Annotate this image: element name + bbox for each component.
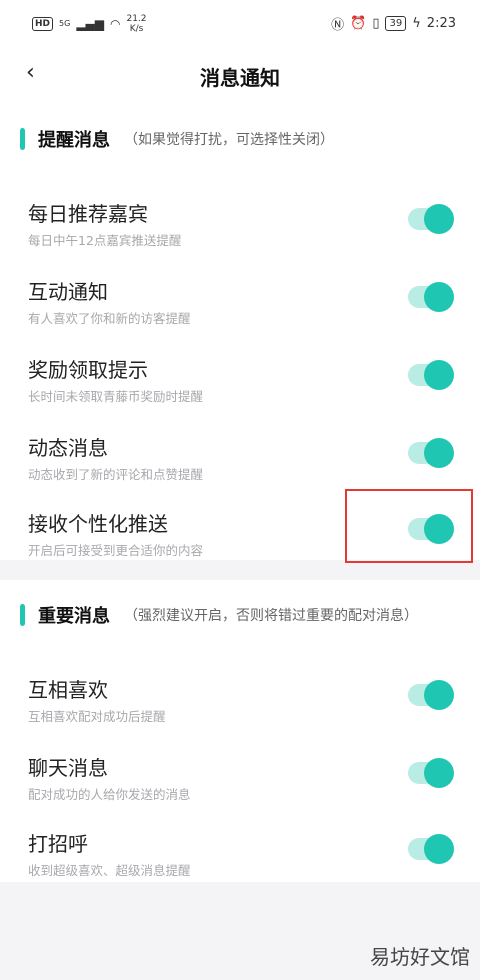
- clock-time: 2:23: [426, 16, 456, 31]
- toggle-switch[interactable]: [408, 758, 454, 788]
- vibrate-icon: ▯: [372, 16, 380, 31]
- item-subtitle: 开启后可接受到更合适你的内容: [28, 543, 204, 558]
- section-accent-bar: [20, 128, 25, 150]
- item-title: 接收个性化推送: [28, 512, 168, 536]
- list-item-interaction: 互动通知 有人喜欢了你和新的访客提醒: [0, 268, 480, 344]
- item-subtitle: 收到超级喜欢、超级消息提醒: [28, 863, 191, 878]
- toggle-switch[interactable]: [408, 282, 454, 312]
- network-speed: 21.2 K/s: [126, 14, 146, 34]
- status-right: Ⓝ ⏰ ▯ 39 ϟ 2:23: [331, 14, 456, 33]
- section-header: 提醒消息 （如果觉得打扰，可选择性关闭）: [0, 104, 480, 170]
- list-item-greeting: 打招呼 收到超级喜欢、超级消息提醒: [0, 820, 480, 896]
- item-title: 每日推荐嘉宾: [28, 202, 148, 226]
- item-title: 动态消息: [28, 436, 108, 460]
- section-note: （如果觉得打扰，可选择性关闭）: [124, 132, 334, 148]
- section-note: （强烈建议开启，否则将错过重要的配对消息）: [124, 608, 418, 624]
- app-header: ‹ 消息通知: [0, 48, 480, 104]
- item-title: 打招呼: [28, 832, 88, 856]
- status-left: HD 5G ▂▄▆ ◠ 21.2 K/s: [32, 14, 147, 34]
- network-speed-unit: K/s: [129, 24, 144, 34]
- toggle-knob: [424, 204, 454, 234]
- item-title: 奖励领取提示: [28, 358, 148, 382]
- section-title: 重要消息: [38, 606, 110, 627]
- item-title: 互动通知: [28, 280, 108, 304]
- wifi-icon: ◠: [110, 17, 121, 31]
- list-item-daily-recommend: 每日推荐嘉宾 每日中午12点嘉宾推送提醒: [0, 190, 480, 266]
- toggle-switch[interactable]: [408, 204, 454, 234]
- list-item-reward: 奖励领取提示 长时间未领取青藤币奖励时提醒: [0, 346, 480, 422]
- item-subtitle: 有人喜欢了你和新的访客提醒: [28, 311, 191, 326]
- list-item-chat: 聊天消息 配对成功的人给你发送的消息: [0, 744, 480, 820]
- toggle-knob: [424, 758, 454, 788]
- item-title: 互相喜欢: [28, 678, 108, 702]
- signal-icon: 5G: [59, 19, 71, 28]
- toggle-knob: [424, 282, 454, 312]
- item-subtitle: 配对成功的人给你发送的消息: [28, 787, 191, 802]
- charging-icon: ϟ: [412, 16, 421, 31]
- page-title: 消息通知: [200, 66, 280, 90]
- signal-bars-icon: ▂▄▆: [76, 17, 104, 31]
- list-item-mutual-like: 互相喜欢 互相喜欢配对成功后提醒: [0, 666, 480, 742]
- watermark: 易坊好文馆: [370, 945, 470, 969]
- toggle-knob: [424, 360, 454, 390]
- nfc-icon: Ⓝ: [331, 18, 345, 33]
- toggle-switch[interactable]: [408, 360, 454, 390]
- hd-icon: HD: [32, 17, 54, 31]
- toggle-switch[interactable]: [408, 680, 454, 710]
- toggle-knob: [424, 680, 454, 710]
- item-subtitle: 长时间未领取青藤币奖励时提醒: [28, 389, 204, 404]
- section-title: 提醒消息: [38, 130, 110, 151]
- section-accent-bar: [20, 604, 25, 626]
- alarm-icon: ⏰: [350, 16, 367, 31]
- item-subtitle: 动态收到了新的评论和点赞提醒: [28, 467, 204, 482]
- item-subtitle: 每日中午12点嘉宾推送提醒: [28, 233, 182, 248]
- highlight-box: [345, 489, 473, 563]
- toggle-knob: [424, 834, 454, 864]
- status-bar: HD 5G ▂▄▆ ◠ 21.2 K/s Ⓝ ⏰ ▯ 39 ϟ 2:23: [0, 0, 480, 48]
- item-title: 聊天消息: [28, 756, 108, 780]
- section-important: 重要消息 （强烈建议开启，否则将错过重要的配对消息） 互相喜欢 互相喜欢配对成功…: [0, 580, 480, 882]
- toggle-switch[interactable]: [408, 438, 454, 468]
- battery-icon: 39: [385, 16, 407, 31]
- toggle-switch[interactable]: [408, 834, 454, 864]
- network-speed-value: 21.2: [126, 14, 147, 24]
- toggle-knob: [424, 438, 454, 468]
- section-header: 重要消息 （强烈建议开启，否则将错过重要的配对消息）: [0, 580, 480, 646]
- item-subtitle: 互相喜欢配对成功后提醒: [28, 709, 166, 724]
